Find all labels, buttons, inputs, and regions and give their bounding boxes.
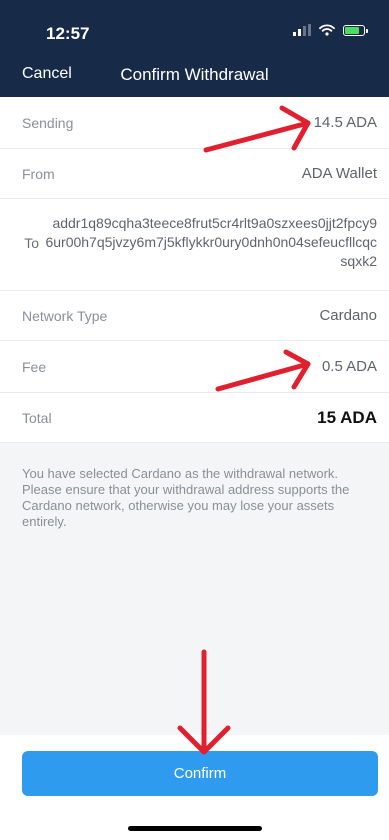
page-title: Confirm Withdrawal bbox=[120, 65, 269, 84]
from-label: From bbox=[22, 166, 55, 182]
to-row: To addr1q89cqha3teece8frut5cr4rlt9a0szxe… bbox=[0, 199, 389, 291]
battery-charging-icon bbox=[343, 24, 368, 36]
sending-value: 14.5 ADA bbox=[313, 114, 377, 131]
total-value: 15 ADA bbox=[317, 408, 377, 427]
total-label: Total bbox=[22, 410, 52, 426]
app-header: 12:57 Cancel Confirm Withdrawal bbox=[0, 0, 389, 97]
network-warning-notice: You have selected Cardano as the withdra… bbox=[22, 466, 350, 529]
to-block: To addr1q89cqha3teece8frut5cr4rlt9a0szxe… bbox=[24, 214, 377, 271]
network-type-value: Cardano bbox=[319, 307, 377, 324]
confirm-button[interactable]: Confirm bbox=[22, 751, 378, 796]
signal-icon bbox=[293, 24, 311, 36]
network-type-row: Network Type Cardano bbox=[0, 291, 389, 341]
status-icons bbox=[293, 24, 368, 36]
network-type-label: Network Type bbox=[22, 308, 108, 324]
to-label: To bbox=[24, 234, 39, 251]
from-row: From ADA Wallet bbox=[0, 149, 389, 199]
fee-label: Fee bbox=[22, 359, 47, 375]
sending-row: Sending 14.5 ADA bbox=[0, 97, 389, 149]
to-address: addr1q89cqha3teece8frut5cr4rlt9a0szxees0… bbox=[45, 215, 377, 269]
status-time: 12:57 bbox=[46, 24, 90, 43]
home-indicator bbox=[128, 826, 262, 831]
wifi-icon bbox=[319, 24, 335, 36]
fee-value: 0.5 ADA bbox=[321, 358, 377, 375]
from-value: ADA Wallet bbox=[301, 165, 377, 182]
fee-row: Fee 0.5 ADA bbox=[0, 341, 389, 393]
total-row: Total 15 ADA bbox=[0, 393, 389, 443]
sending-label: Sending bbox=[22, 115, 74, 131]
